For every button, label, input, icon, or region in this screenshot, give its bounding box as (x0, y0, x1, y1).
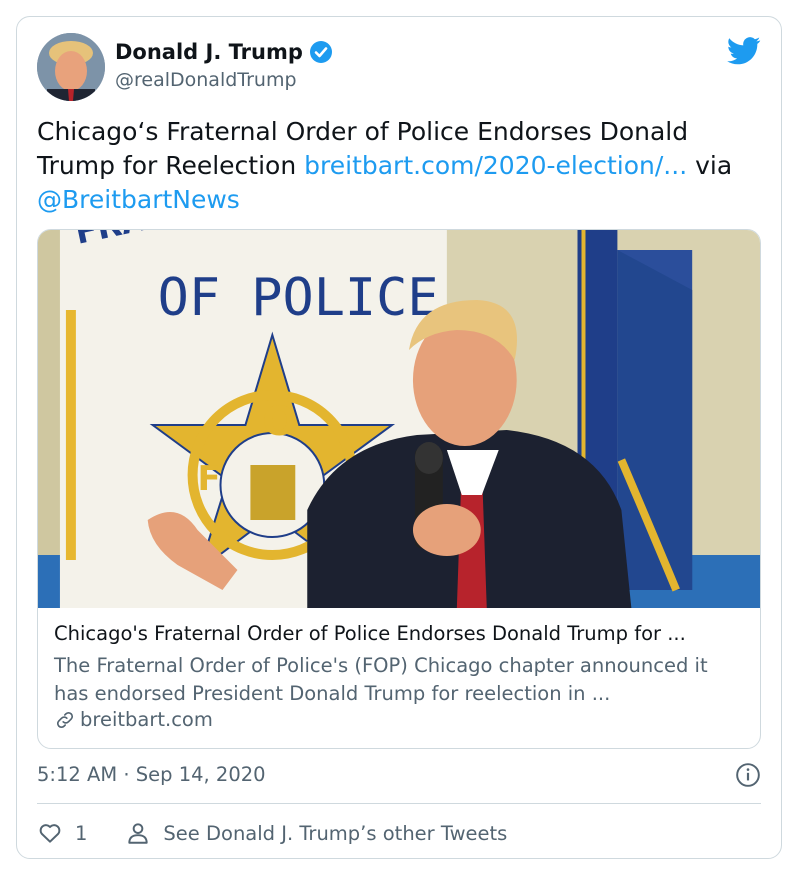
link-card-image[interactable]: FRATERNAL ORDER OF POLICE O F (38, 230, 760, 608)
verified-badge-icon (309, 41, 332, 63)
link-card[interactable]: FRATERNAL ORDER OF POLICE O F Chicago's … (37, 229, 761, 749)
mention-link[interactable]: @BreitbartNews (37, 185, 240, 214)
star-letter-f: F (198, 459, 221, 499)
tweet-text: Chicago‘s Fraternal Order of Police Endo… (37, 115, 757, 217)
author-name[interactable]: Donald J. Trump (115, 40, 303, 64)
star-letter-o: O (262, 399, 296, 445)
like-count: 1 (75, 821, 88, 845)
profile-link[interactable]: See Donald J. Trump’s other Tweets (125, 820, 507, 846)
banner-text-main: OF POLICE (158, 268, 439, 328)
person-icon (128, 823, 149, 844)
link-card-description: The Fraternal Order of Police's (FOP) Ch… (54, 654, 708, 705)
avatar[interactable] (37, 33, 105, 101)
info-icon[interactable] (735, 762, 761, 788)
profile-link-label: See Donald J. Trump’s other Tweets (163, 821, 508, 845)
twitter-bird-icon[interactable] (727, 37, 761, 65)
link-card-domain: breitbart.com (80, 708, 213, 731)
tweet-timestamp[interactable]: 5:12 AM · Sep 14, 2020 (37, 763, 266, 786)
tweet-text-part2: via (687, 151, 733, 180)
link-card-title[interactable]: Chicago's Fraternal Order of Police Endo… (54, 622, 744, 645)
link-icon (56, 711, 74, 728)
like-button[interactable]: 1 (37, 820, 87, 846)
tweet-link[interactable]: breitbart.com/2020-election/... (304, 151, 687, 180)
heart-icon (39, 824, 61, 843)
tweet-actions: 1 See Donald J. Trump’s other Tweets (37, 817, 507, 849)
link-card-domain-row: breitbart.com (54, 708, 213, 731)
tweet-card: Donald J. Trump @realDonaldTrump Chicago… (16, 16, 782, 859)
divider (37, 803, 761, 804)
author-handle[interactable]: @realDonaldTrump (115, 69, 297, 91)
